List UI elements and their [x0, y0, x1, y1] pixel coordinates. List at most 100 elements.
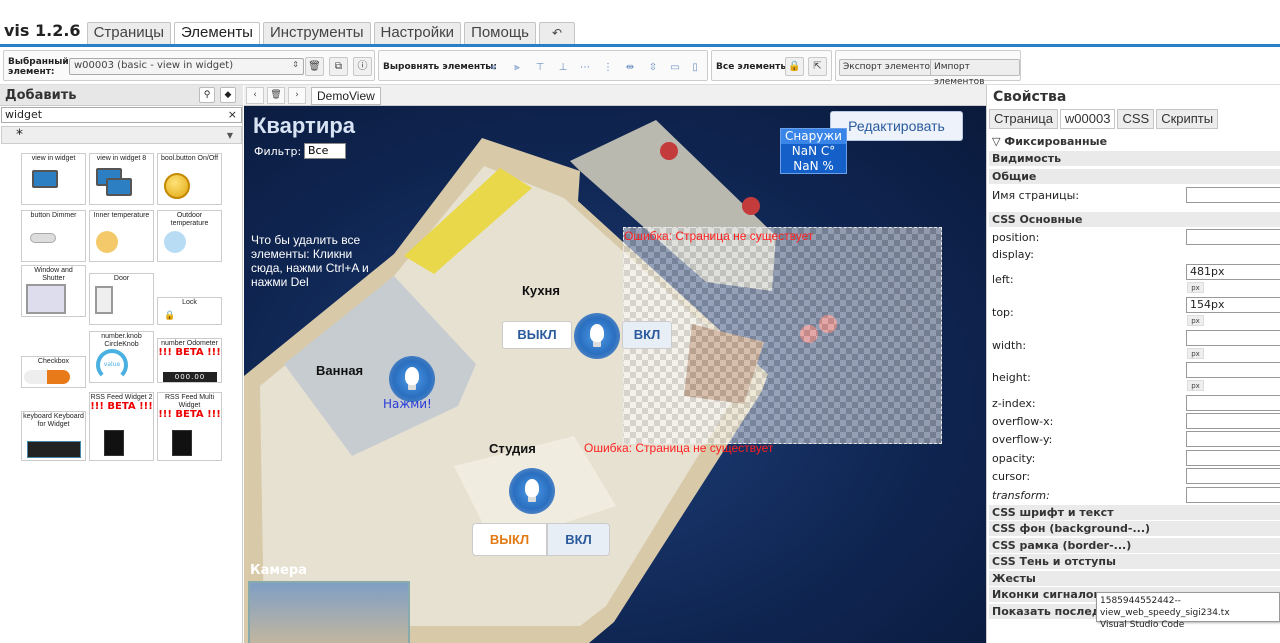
vis-editor: vis 1.2.6 Страницы Элементы Инструменты … [0, 0, 1280, 643]
unit-px[interactable]: px [1187, 315, 1204, 326]
light-bulb-icon[interactable] [389, 356, 435, 402]
height-input[interactable] [1186, 362, 1280, 378]
widget-category-select[interactable]: * ▼ [1, 126, 242, 144]
tab-page[interactable]: Страница [989, 109, 1058, 129]
tab-css[interactable]: CSS [1117, 109, 1155, 129]
search-icon[interactable]: ⚲ [199, 87, 215, 103]
room-label-studio: Студия [489, 441, 536, 456]
widget-rss-feed-multi[interactable]: RSS Feed Multi Widget !!! BETA !!! [157, 392, 222, 461]
delete-info-text[interactable]: Что бы удалить все элементы: Кликни сюда… [251, 233, 386, 289]
clear-filter-icon[interactable]: × [228, 108, 237, 122]
widget-outdoor-temperature[interactable]: Outdoor temperature [157, 210, 222, 262]
tab-pages[interactable]: Страницы [86, 22, 171, 44]
tab-help[interactable]: Помощь [464, 22, 536, 44]
same-height-icon[interactable]: ▯ [689, 62, 701, 74]
position-input[interactable] [1186, 229, 1280, 245]
widget-bool-button[interactable]: bool.button On/Off [157, 153, 222, 205]
align-left-icon[interactable]: ⫷ [487, 62, 499, 74]
view-canvas[interactable]: Квартира Фильтр: Все Редактировать Снару… [244, 106, 986, 643]
widget-button-dimmer[interactable]: button Dimmer [21, 210, 86, 262]
light-bulb-icon[interactable] [509, 468, 555, 514]
info-icon[interactable]: ⓘ [353, 57, 372, 76]
section-css-basic[interactable]: CSS Основные [989, 212, 1280, 227]
section-gestures[interactable]: Жесты [989, 571, 1280, 586]
width-input[interactable] [1186, 330, 1280, 346]
section-css-background[interactable]: CSS фон (background-...) [989, 521, 1280, 536]
page-name-input[interactable] [1186, 187, 1280, 203]
delete-icon[interactable]: 🗑 [305, 57, 324, 76]
view-tab-demoview[interactable]: DemoView [311, 87, 381, 105]
weather-widget[interactable]: Снаружи NaN C° NaN % [780, 128, 847, 174]
align-right-icon[interactable]: ⫸ [511, 62, 523, 74]
unit-px[interactable]: px [1187, 380, 1204, 391]
kitchen-on-button[interactable]: ВКЛ [622, 321, 672, 349]
widget-door[interactable]: Door [89, 273, 154, 325]
widget-odometer[interactable]: number Odometer !!! BETA !!! 000.00 [157, 338, 222, 383]
flower-icon [742, 197, 760, 215]
selected-element-select[interactable]: w00003 (basic - view in widget) ⇕ [69, 58, 304, 75]
studio-on-button[interactable]: ВКЛ [547, 523, 610, 556]
undo-icon[interactable]: ↶ [539, 22, 575, 44]
section-fixed[interactable]: ▽ Фиксированные [989, 134, 1280, 149]
align-bottom-icon[interactable]: ⊥ [557, 62, 569, 74]
chevron-left-icon[interactable]: ‹ [246, 87, 264, 104]
align-center-v-icon[interactable]: ⋯ [579, 62, 591, 74]
unit-px[interactable]: px [1187, 348, 1204, 359]
section-css-border[interactable]: CSS рамка (border-...) [989, 538, 1280, 553]
unit-px[interactable]: px [1187, 282, 1204, 293]
filter-select[interactable]: Все [304, 143, 346, 159]
widget-filter-input[interactable]: widget × [1, 107, 242, 123]
select-arrows-icon: ⇕ [292, 60, 299, 69]
section-common[interactable]: Общие [989, 169, 1280, 184]
tab-tools[interactable]: Инструменты [262, 22, 371, 44]
light-bulb-icon[interactable] [574, 313, 620, 359]
properties-tabs: Страница w00003 CSS Скрипты [989, 109, 1220, 129]
widget-view-in-widget[interactable]: view in widget [21, 153, 86, 205]
left-input[interactable]: 481px [1186, 264, 1280, 280]
overflow-y-input[interactable] [1186, 431, 1280, 447]
monitor-icon [32, 170, 58, 188]
widget-view-in-widget-8[interactable]: view in widget 8 [89, 153, 154, 205]
section-css-font[interactable]: CSS шрифт и текст [989, 505, 1280, 520]
export-button[interactable]: Экспорт элементов [839, 59, 940, 76]
chevron-right-icon[interactable]: › [288, 87, 306, 104]
tab-elements[interactable]: Элементы [174, 22, 260, 44]
studio-off-button[interactable]: ВЫКЛ [472, 523, 547, 556]
distribute-v-icon[interactable]: ⇳ [647, 62, 659, 74]
external-icon[interactable]: ⇱ [808, 57, 827, 76]
camera-image[interactable] [248, 581, 410, 643]
cursor-input[interactable] [1186, 468, 1280, 484]
align-top-icon[interactable]: ⊤ [534, 62, 546, 74]
distribute-h-icon[interactable]: ⇹ [624, 62, 636, 74]
zindex-input[interactable] [1186, 395, 1280, 411]
tag-icon[interactable]: ◆ [220, 87, 236, 103]
main-tabs: vis 1.2.6 Страницы Элементы Инструменты … [0, 20, 578, 44]
kitchen-off-button[interactable]: ВЫКЛ [502, 321, 572, 349]
press-me-link[interactable]: Нажми! [383, 397, 432, 411]
edit-button[interactable]: Редактировать [830, 111, 963, 141]
room-label-bathroom: Ванная [316, 363, 364, 378]
tab-widget[interactable]: w00003 [1059, 109, 1116, 129]
widget-checkbox[interactable]: Checkbox [21, 356, 86, 388]
same-width-icon[interactable]: ▭ [669, 62, 681, 74]
section-css-shadow[interactable]: CSS Тень и отступы [989, 554, 1280, 569]
delete-view-icon[interactable]: 🗑 [267, 87, 285, 104]
widget-label: Door [113, 275, 130, 282]
widget-keyboard[interactable]: keyboard Keyboard for Widget [21, 411, 86, 461]
import-button[interactable]: Импорт элементов [930, 59, 1020, 87]
lock-icon[interactable]: 🔒 [785, 57, 804, 76]
overflow-x-input[interactable] [1186, 413, 1280, 429]
tab-scripts[interactable]: Скрипты [1156, 109, 1219, 129]
widget-lock[interactable]: Lock 🔒 [157, 297, 222, 325]
widget-window-shutter[interactable]: Window and Shutter [21, 265, 86, 317]
opacity-input[interactable] [1186, 450, 1280, 466]
copy-icon[interactable]: ⧉ [329, 57, 348, 76]
widget-circle-knob[interactable]: number.knob CircleKnob value [89, 331, 154, 383]
align-center-h-icon[interactable]: ⋮ [602, 62, 614, 74]
widget-rss-feed-2[interactable]: RSS Feed Widget 2 !!! BETA !!! [89, 392, 154, 461]
widget-inner-temperature[interactable]: Inner temperature [89, 210, 154, 262]
transform-input[interactable] [1186, 487, 1280, 503]
tab-settings[interactable]: Настройки [373, 22, 462, 44]
section-visibility[interactable]: Видимость [989, 151, 1280, 166]
top-input[interactable]: 154px [1186, 297, 1280, 313]
